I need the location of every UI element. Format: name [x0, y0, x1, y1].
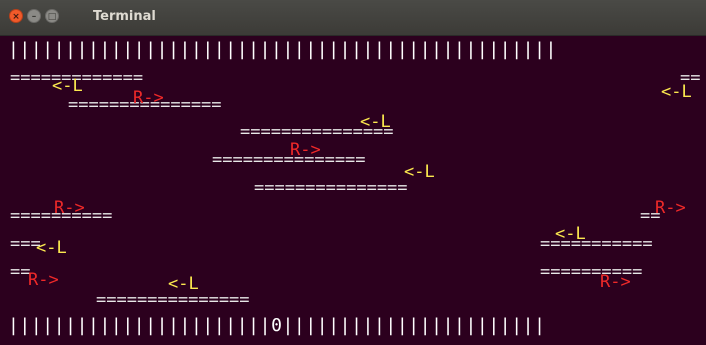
- right-car-row6-left: R->: [54, 198, 85, 218]
- left-car-row7-left: <-L: [36, 238, 67, 258]
- right-car-row2: R->: [133, 88, 164, 108]
- log-row5: ===============: [254, 178, 408, 198]
- maximize-button[interactable]: □: [45, 9, 59, 23]
- log-row9: ===============: [96, 290, 250, 310]
- minimize-button[interactable]: –: [27, 9, 41, 23]
- terminal-screen[interactable]: ||||||||||||||||||||||||||||||||||||||||…: [0, 36, 706, 345]
- terminal-window: × – □ Terminal |||||||||||||||||||||||||…: [0, 0, 706, 345]
- right-car-row8-left: R->: [28, 270, 59, 290]
- log-row7-right: ===========: [540, 234, 653, 254]
- top-wall: ||||||||||||||||||||||||||||||||||||||||…: [8, 39, 557, 60]
- close-button[interactable]: ×: [9, 9, 23, 23]
- left-car-row1: <-L: [52, 76, 83, 96]
- left-car-row4: <-L: [404, 162, 435, 182]
- bottom-wall-left: |||||||||||||||||||||||: [8, 315, 272, 336]
- right-car-row8-right: R->: [600, 272, 631, 292]
- player-frog: 0: [271, 315, 283, 336]
- bottom-wall: |||||||||||||||||||||||0||||||||||||||||…: [8, 316, 546, 336]
- title-bar[interactable]: × – □ Terminal: [0, 0, 706, 36]
- log-row3: ===============: [240, 122, 394, 142]
- right-car-row6-right: R->: [655, 198, 686, 218]
- log-row4: ===============: [212, 150, 366, 170]
- window-title: Terminal: [93, 9, 156, 24]
- bottom-wall-right: |||||||||||||||||||||||: [282, 315, 546, 336]
- left-car-row1-right: <-L: [661, 82, 692, 102]
